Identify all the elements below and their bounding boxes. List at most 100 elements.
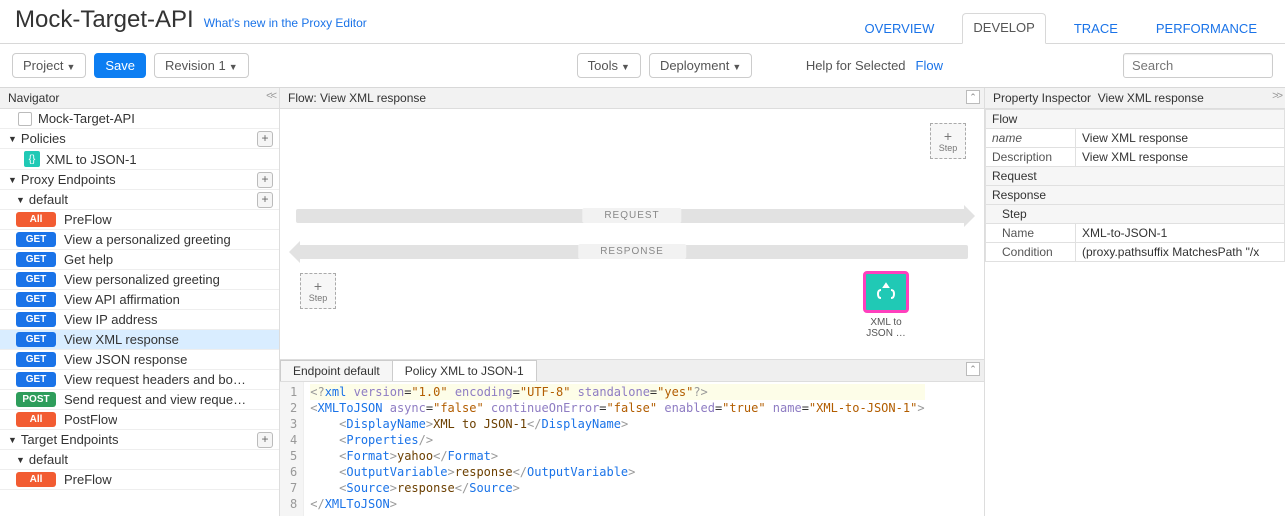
response-policy-step[interactable]: XML to JSON … <box>858 271 914 339</box>
request-lane: REQUEST <box>296 209 968 223</box>
nav-target-ep-section[interactable]: ▼ Target Endpoints + <box>0 430 279 450</box>
add-proxy-ep-button[interactable]: + <box>257 172 273 188</box>
nav-flow-item[interactable]: GETView request headers and bo… <box>0 370 279 390</box>
page-title: Mock-Target-API <box>15 6 194 34</box>
insp-desc-key: Description <box>986 148 1076 167</box>
method-badge: GET <box>16 292 56 307</box>
tab-overview[interactable]: OVERVIEW <box>855 15 945 44</box>
search-input[interactable] <box>1123 53 1273 78</box>
insp-step-name-val[interactable]: XML-to-JSON-1 <box>1076 224 1285 243</box>
project-label: Project <box>23 58 63 73</box>
nav-flow-label: PreFlow <box>64 472 112 487</box>
flow-canvas: + Step REQUEST RESPONSE + Step XML to JS… <box>280 109 984 359</box>
deployment-label: Deployment <box>660 58 729 73</box>
nav-flow-label: View IP address <box>64 312 157 327</box>
step-label: Step <box>939 143 958 153</box>
add-target-ep-button[interactable]: + <box>257 432 273 448</box>
nav-flow-item[interactable]: GET View IP address <box>0 310 279 330</box>
api-icon <box>18 112 32 126</box>
deployment-menu[interactable]: Deployment▼ <box>649 53 752 78</box>
help-label: Help for Selected <box>806 58 906 73</box>
chevron-down-icon: ▼ <box>8 134 17 144</box>
arrow-right-icon <box>964 205 984 227</box>
nav-flow-label: Get help <box>64 252 113 267</box>
code-tab-policy[interactable]: Policy XML to JSON-1 <box>392 360 537 381</box>
insp-step-name-key: Name <box>986 224 1076 243</box>
revision-menu[interactable]: Revision 1▼ <box>154 53 249 78</box>
method-badge: GET <box>16 332 56 347</box>
tools-label: Tools <box>588 58 618 73</box>
add-policy-button[interactable]: + <box>257 131 273 147</box>
help-flow-link[interactable]: Flow <box>916 58 943 73</box>
navigator-collapse-icon[interactable]: << <box>266 90 275 102</box>
navigator-title: Navigator << <box>0 88 279 109</box>
chevron-down-icon: ▼ <box>8 175 17 185</box>
caret-down-icon: ▼ <box>66 62 75 72</box>
method-badge: GET <box>16 272 56 287</box>
inspector-title: Property Inspector View XML response >> <box>985 88 1285 109</box>
nav-flow-item[interactable]: GETView a personalized greeting <box>0 230 279 250</box>
xml-json-policy-tile[interactable] <box>863 271 909 313</box>
chevron-down-icon: ▼ <box>16 195 25 205</box>
nav-flow-label: View a personalized greeting <box>64 232 231 247</box>
method-badge: GET <box>16 312 56 327</box>
insp-cond-key: Condition <box>986 243 1076 262</box>
nav-flow-item[interactable]: GETView API affirmation <box>0 290 279 310</box>
method-badge: POST <box>16 392 56 407</box>
request-lane-label: REQUEST <box>582 208 681 223</box>
project-menu[interactable]: Project▼ <box>12 53 86 78</box>
add-step-response-button[interactable]: + Step <box>300 273 336 309</box>
method-badge: GET <box>16 352 56 367</box>
insp-step-header: Step <box>986 205 1285 224</box>
step-label: Step <box>309 293 328 303</box>
nav-flow-item[interactable]: GETView JSON response <box>0 350 279 370</box>
nav-policies-section[interactable]: ▼ Policies + <box>0 129 279 149</box>
caret-down-icon: ▼ <box>229 62 238 72</box>
tab-develop[interactable]: DEVELOP <box>962 13 1045 44</box>
flow-expand-icon[interactable]: ⌃ <box>966 90 980 104</box>
nav-policy-item[interactable]: {} XML to JSON-1 <box>0 149 279 170</box>
nav-api-label: Mock-Target-API <box>38 111 135 126</box>
whats-new-link[interactable]: What's new in the Proxy Editor <box>204 16 367 30</box>
insp-flow-header: Flow <box>986 110 1285 129</box>
method-badge: All <box>16 472 56 487</box>
nav-policy-label: XML to JSON-1 <box>46 152 137 167</box>
tools-menu[interactable]: Tools▼ <box>577 53 641 78</box>
nav-target-default[interactable]: ▼ default <box>0 450 279 470</box>
nav-flow-item[interactable]: GETView personalized greeting <box>0 270 279 290</box>
nav-api-root[interactable]: Mock-Target-API <box>0 109 279 129</box>
insp-name-key: name <box>986 129 1076 148</box>
add-flow-button[interactable]: + <box>257 192 273 208</box>
insp-name-val[interactable]: View XML response <box>1076 129 1285 148</box>
nav-flow-item[interactable]: GETView XML response <box>0 330 279 350</box>
nav-flow-label: Send request and view reque… <box>64 392 246 407</box>
insp-cond-val[interactable]: (proxy.pathsuffix MatchesPath "/x <box>1076 243 1285 262</box>
add-step-request-button[interactable]: + Step <box>930 123 966 159</box>
tab-performance[interactable]: PERFORMANCE <box>1146 15 1267 44</box>
caret-down-icon: ▼ <box>621 62 630 72</box>
caret-down-icon: ▼ <box>732 62 741 72</box>
nav-flow-label: View request headers and bo… <box>64 372 246 387</box>
code-editor[interactable]: 12345678 <?xml version="1.0" encoding="U… <box>280 382 984 516</box>
method-badge: All <box>16 412 56 427</box>
nav-default-ep[interactable]: ▼ default + <box>0 190 279 210</box>
insp-desc-val[interactable]: View XML response <box>1076 148 1285 167</box>
nav-flow-label: PostFlow <box>64 412 117 427</box>
save-button[interactable]: Save <box>94 53 146 78</box>
code-gutter: 12345678 <box>280 382 304 516</box>
inspector-expand-icon[interactable]: >> <box>1272 90 1281 102</box>
tab-trace[interactable]: TRACE <box>1064 15 1128 44</box>
nav-proxy-ep-section[interactable]: ▼ Proxy Endpoints + <box>0 170 279 190</box>
method-badge: All <box>16 212 56 227</box>
nav-flow-item[interactable]: AllPreFlow <box>0 210 279 230</box>
insp-response-header: Response <box>986 186 1285 205</box>
nav-target-default-label: default <box>29 452 68 467</box>
code-body[interactable]: <?xml version="1.0" encoding="UTF-8" sta… <box>304 382 930 516</box>
nav-default-label: default <box>29 192 68 207</box>
nav-flow-item[interactable]: All PostFlow <box>0 410 279 430</box>
code-tab-endpoint[interactable]: Endpoint default <box>280 360 393 381</box>
nav-flow-item[interactable]: POST Send request and view reque… <box>0 390 279 410</box>
code-expand-icon[interactable]: ⌃ <box>966 362 980 376</box>
nav-flow-item[interactable]: GETGet help <box>0 250 279 270</box>
nav-target-preflow[interactable]: All PreFlow <box>0 470 279 490</box>
